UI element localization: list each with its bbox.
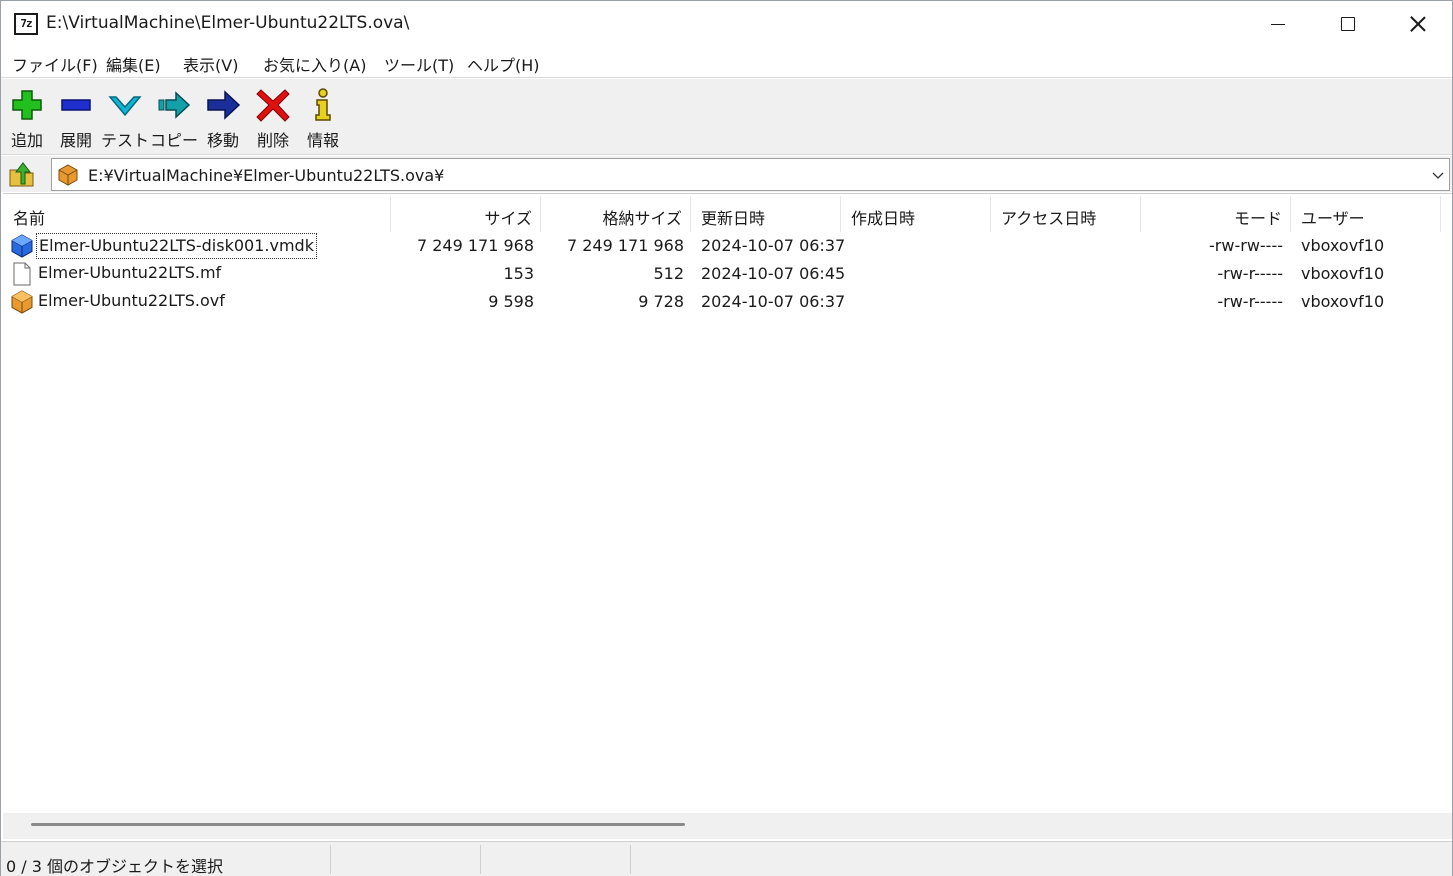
menu-edit[interactable]: 編集(E) [106,52,161,76]
file-user: vboxovf10 [1301,292,1385,311]
ovf-package-icon [11,290,33,314]
file-user: vboxovf10 [1301,264,1385,283]
chevron-down-icon[interactable] [1431,168,1445,182]
copy-button[interactable]: コピー [150,85,198,151]
menu-file[interactable]: ファイル(F) [12,52,98,76]
status-segment [481,845,631,874]
table-row[interactable]: Elmer-Ubuntu22LTS.ovf 9 598 9 728 2024-1… [3,288,1443,316]
blank-file-icon [13,262,31,286]
file-name: Elmer-Ubuntu22LTS.ovf [38,291,225,310]
delete-label: 削除 [256,131,289,150]
maximize-icon [1341,17,1355,31]
file-modified: 2024-10-07 06:37 [701,236,846,255]
ova-archive-icon [58,164,78,186]
menu-view[interactable]: 表示(V) [183,52,238,76]
delete-button[interactable]: 削除 [249,85,297,151]
column-header-created[interactable]: 作成日時 [841,196,991,232]
extract-button[interactable]: 展開 [52,85,100,151]
app-window: 7z E:\VirtualMachine\Elmer-Ubuntu22LTS.o… [0,0,1453,876]
file-name: Elmer-Ubuntu22LTS-disk001.vmdk [36,233,317,259]
check-test-icon [108,96,142,117]
menu-favorites[interactable]: お気に入り(A) [263,52,366,76]
column-header-modified[interactable]: 更新日時 [691,196,841,232]
file-list[interactable]: 名前 サイズ 格納サイズ 更新日時 作成日時 アクセス日時 モード ユーザー E… [3,193,1452,813]
up-folder-button[interactable] [7,160,37,188]
file-size: 153 [503,264,534,283]
status-segment-selection: 0 / 3 個のオブジェクトを選択 [1,845,331,876]
menu-help[interactable]: ヘルプ(H) [467,52,540,76]
file-mode: -rw-r----- [1217,264,1283,283]
move-button[interactable]: 移動 [199,85,247,151]
copy-label: コピー [150,131,199,150]
test-label: テスト [101,131,150,150]
vmdk-disk-icon [11,234,33,258]
file-modified: 2024-10-07 06:37 [701,292,846,311]
info-label: 情報 [306,131,339,150]
add-button[interactable]: 追加 [3,85,51,151]
move-arrow-icon [207,90,241,120]
plus-icon [12,90,42,120]
file-mode: -rw-rw---- [1209,236,1283,255]
info-icon [315,88,331,121]
file-packed-size: 9 728 [638,292,684,311]
menu-bar: ファイル(F) 編集(E) 表示(V) お気に入り(A) ツール(T) ヘルプ(… [1,47,1452,78]
file-modified: 2024-10-07 06:45 [701,264,846,283]
add-label: 追加 [10,131,43,150]
file-packed-size: 512 [653,264,684,283]
file-mode: -rw-r----- [1217,292,1283,311]
window-title: E:\VirtualMachine\Elmer-Ubuntu22LTS.ova\ [46,13,410,33]
close-icon [1410,16,1426,32]
scrollbar-thumb[interactable] [31,823,685,826]
close-button[interactable] [1383,1,1453,47]
column-header-name[interactable]: 名前 [3,196,391,232]
address-bar: E:¥VirtualMachine¥Elmer-Ubuntu22LTS.ova¥ [1,156,1452,192]
column-header-mode[interactable]: モード [1141,196,1291,232]
maximize-button[interactable] [1313,1,1383,47]
copy-arrow-icon [158,91,191,119]
status-selection-text: 0 / 3 個のオブジェクトを選択 [6,857,224,876]
status-bar: 0 / 3 個のオブジェクトを選択 [1,841,1452,876]
minimize-button[interactable] [1243,1,1313,47]
column-header-user[interactable]: ユーザー [1291,196,1441,232]
info-button[interactable]: 情報 [299,85,347,151]
file-size: 9 598 [488,292,534,311]
column-header-packed-size[interactable]: 格納サイズ [541,196,691,232]
7zip-app-icon: 7z [14,13,38,35]
column-header-accessed[interactable]: アクセス日時 [991,196,1141,232]
horizontal-scrollbar[interactable] [3,813,1452,839]
move-label: 移動 [206,131,239,150]
delete-x-icon [256,89,290,122]
table-row[interactable]: Elmer-Ubuntu22LTS-disk001.vmdk 7 249 171… [3,232,1443,260]
file-size: 7 249 171 968 [416,236,534,255]
up-folder-icon [9,162,34,187]
menu-tools[interactable]: ツール(T) [384,52,454,76]
test-button[interactable]: テスト [101,85,149,151]
address-path: E:¥VirtualMachine¥Elmer-Ubuntu22LTS.ova¥ [88,166,445,185]
file-user: vboxovf10 [1301,236,1385,255]
status-segment [331,845,481,874]
minimize-icon [1271,23,1285,25]
title-bar[interactable]: 7z E:\VirtualMachine\Elmer-Ubuntu22LTS.o… [1,1,1452,47]
toolbar: 追加 展開 テスト コピー 移動 削除 情報 [1,79,1452,155]
address-input[interactable]: E:¥VirtualMachine¥Elmer-Ubuntu22LTS.ova¥ [51,158,1450,191]
table-row[interactable]: Elmer-Ubuntu22LTS.mf 153 512 2024-10-07 … [3,260,1443,288]
file-name: Elmer-Ubuntu22LTS.mf [38,263,222,282]
minus-icon [61,99,91,111]
file-packed-size: 7 249 171 968 [566,236,684,255]
column-header-size[interactable]: サイズ [391,196,541,232]
extract-label: 展開 [59,131,92,150]
